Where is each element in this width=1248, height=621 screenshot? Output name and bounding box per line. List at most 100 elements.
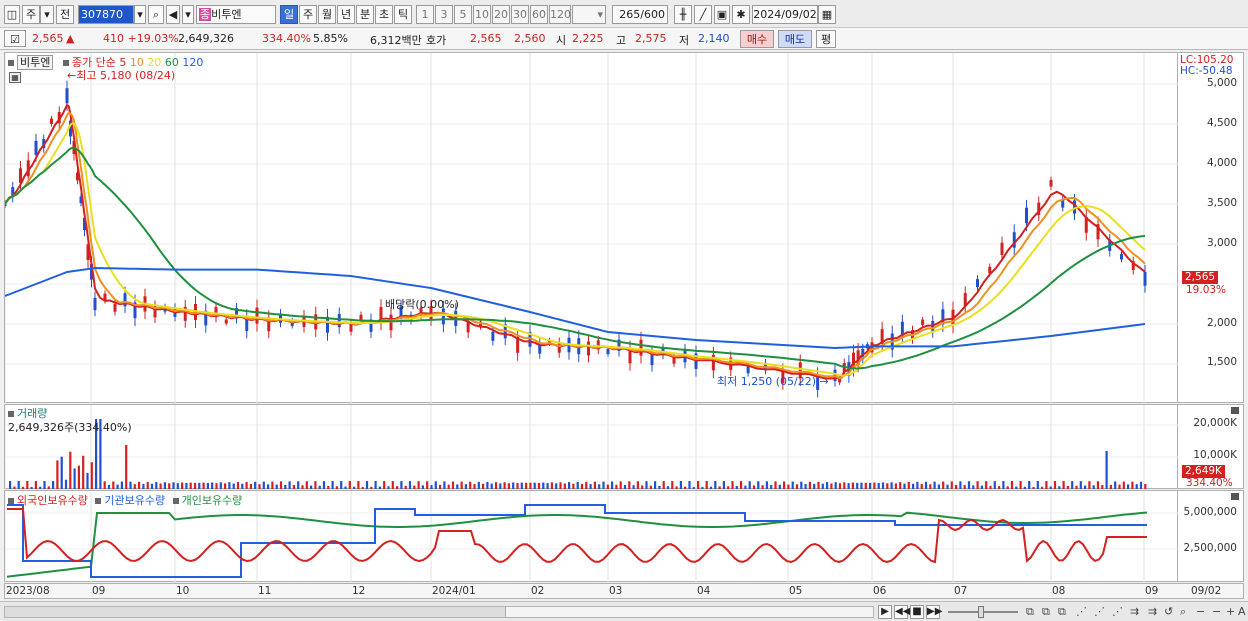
interval-10[interactable]: 10 [473,5,491,24]
tab-minute[interactable]: 분 [356,5,374,24]
y-tick: 4,500 [1206,117,1237,129]
interval-120[interactable]: 120 [549,5,571,24]
calendar-icon[interactable]: ▦ [818,5,836,24]
search-icon[interactable]: ⌕ [148,5,164,24]
font-icon[interactable]: A [1238,605,1246,618]
interval-5[interactable]: 5 [454,5,472,24]
volume-bar [254,481,257,489]
layout-icon[interactable]: ⧉ [1026,605,1034,619]
minus-icon[interactable]: − [1196,605,1205,618]
volume-bar [998,486,1001,489]
buy-button[interactable]: 매수 [740,30,774,48]
volume-bar [529,482,532,489]
candle [337,314,341,328]
tab-month[interactable]: 월 [318,5,336,24]
rewind-icon[interactable]: ◀◀ [894,605,910,619]
trend-icon[interactable]: ⋰ [1112,605,1123,618]
chevron-down-icon[interactable] [182,5,194,24]
stock-name-field[interactable]: 종비투엔 [196,5,276,24]
tab-week[interactable]: 주 [299,5,317,24]
minus-icon[interactable]: − [1212,605,1221,618]
volume-bar [697,481,700,489]
tab-day[interactable]: 일 [280,5,298,24]
volume-bar [645,481,648,489]
window-menu-icon[interactable]: ◫ [4,5,20,24]
period-type-button[interactable]: 주 [22,5,40,24]
save-icon[interactable]: ▣ [714,5,730,24]
interval-20[interactable]: 20 [492,5,510,24]
zoom-slider[interactable] [948,606,1018,618]
pane-maximize-icon[interactable] [1231,407,1239,414]
gear-icon[interactable]: ✱ [732,5,750,24]
reset-icon[interactable]: ↺ [1164,605,1173,618]
table-icon[interactable]: ▦ [9,72,21,83]
volume-bar [632,485,635,489]
volume-bar [13,486,16,489]
interval-3[interactable]: 3 [435,5,453,24]
stop-icon[interactable]: ■ [910,605,924,619]
scroll-right-icon[interactable]: ▶ [878,605,892,619]
speaker-icon[interactable]: ◀ [166,5,180,24]
price-pane[interactable]: 비투엔 종가 단순 5 10 20 60 120 ←최고 5,180 (08/2… [4,52,1179,404]
volume-bar [628,481,631,489]
y-tick: 2,500,000 [1183,542,1237,554]
ma-line-10 [5,111,1146,380]
eval-button[interactable]: 평 [816,30,836,48]
interval-1[interactable]: 1 [416,5,434,24]
volume-bar [1109,484,1112,489]
stock-code-input[interactable]: 307870 [78,5,134,24]
compare-icon[interactable]: ⇉ [1130,605,1139,618]
code-dropdown-icon[interactable] [134,5,146,24]
candle-icon[interactable]: ╫ [674,5,692,24]
layout-icon[interactable]: ⧉ [1058,605,1066,619]
volume-bar [1032,486,1035,489]
pane-maximize-icon[interactable] [1231,493,1239,500]
compare-icon[interactable]: ⇉ [1148,605,1157,618]
volume-bar [318,485,321,489]
interval-30[interactable]: 30 [511,5,529,24]
scroll-thumb[interactable] [505,607,873,617]
volume-bar [288,481,291,489]
volume-bar [800,481,803,489]
prev-button[interactable]: 전 [56,5,74,24]
order-icon[interactable]: ☑ [4,30,26,47]
volume-bar [464,484,467,489]
volume-bar [391,481,394,489]
plus-icon[interactable]: + [1226,605,1235,618]
interval-select[interactable]: ▾ [572,5,606,24]
date-input[interactable]: 2024/09/02 [752,5,818,24]
tab-second[interactable]: 초 [375,5,393,24]
volume-bar [942,481,945,489]
volume-bar [989,485,992,489]
holding-pane[interactable]: 외국인보유수량 기관보유수량 개인보유수량 [4,490,1179,583]
draw-line-icon[interactable]: ╱ [694,5,712,24]
bar-count-field[interactable]: 265/600 [612,5,668,24]
volume-bar [292,485,295,489]
legend-marker [8,411,14,417]
interval-60[interactable]: 60 [530,5,548,24]
volume-bar [370,486,373,489]
layout-icon[interactable]: ⧉ [1042,605,1050,619]
scroll-track[interactable] [4,606,874,618]
volume-bar [142,483,145,489]
volume-pane[interactable]: 거래량 2,649,326주(334.40%) [4,404,1179,490]
x-tick: 12 [352,585,366,597]
volume-bar [1139,481,1143,489]
chevron-down-icon[interactable] [40,5,54,24]
zoom-icon[interactable]: ⌕ [1180,605,1186,619]
tab-year[interactable]: 년 [337,5,355,24]
fast-forward-icon[interactable]: ▶▶ [926,605,942,619]
zoom-slider-handle[interactable] [978,606,984,618]
volume-bar [520,482,523,489]
tab-tick[interactable]: 틱 [394,5,412,24]
volume-bar [963,485,966,489]
sell-button[interactable]: 매도 [778,30,812,48]
chart-window: ◫ 주 전 307870 ⌕ ◀ 종비투엔 일 주 월 년 분 초 틱 1 3 … [0,0,1248,621]
trend-icon[interactable]: ⋰ [1094,605,1105,618]
x-tick: 04 [697,585,711,597]
volume-bar [718,486,721,489]
trend-icon[interactable]: ⋰ [1076,605,1087,618]
open-label: 시 [556,34,567,47]
turnover-rate: 5.85% [313,32,348,45]
volume-bar [361,486,364,489]
